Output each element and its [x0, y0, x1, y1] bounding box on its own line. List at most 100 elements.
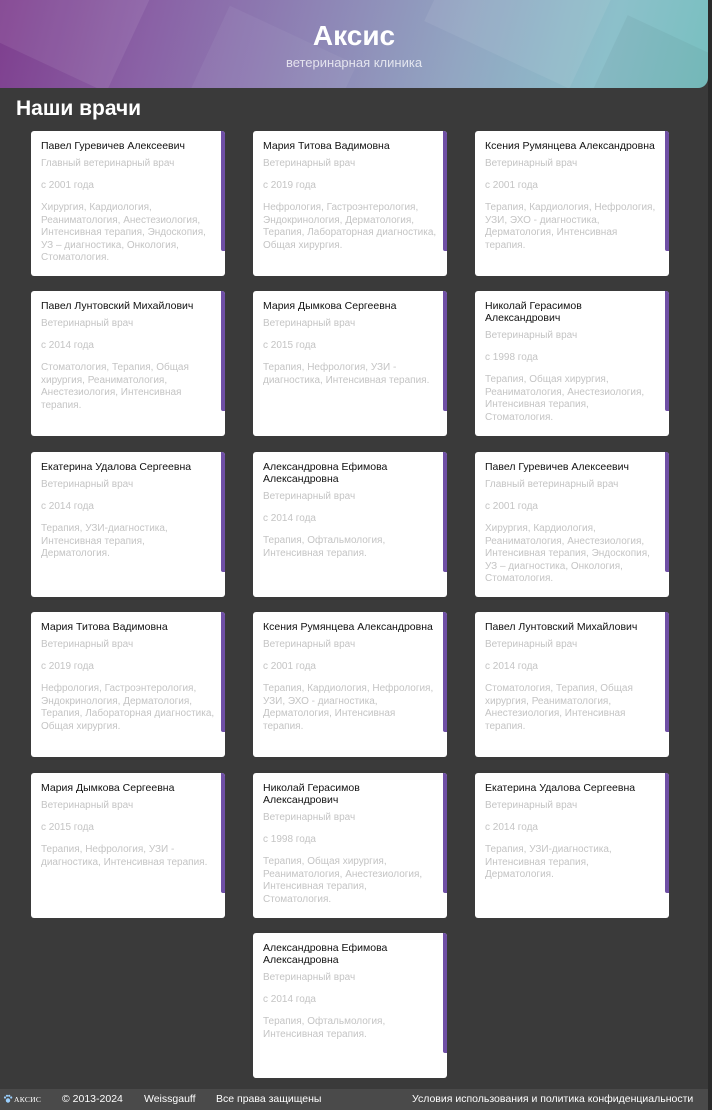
card-accent-bar: [665, 291, 669, 411]
doctor-role: Ветеринарный врач: [41, 318, 134, 329]
doctor-name: Николай Герасимов Александрович: [263, 782, 360, 806]
card-accent-bar: [665, 773, 669, 893]
doctor-role: Ветеринарный врач: [485, 800, 578, 811]
card-accent-bar: [443, 452, 447, 572]
doctor-name: Мария Дымкова Сергеевна: [41, 782, 175, 794]
doctor-name: Павел Гуревичев Алексеевич: [41, 140, 185, 152]
doctor-card[interactable]: Павел Лунтовский Михайлович Ветеринарный …: [31, 291, 225, 436]
doctor-specializations: Хирургия, Кардиология, Реаниматология, А…: [485, 523, 650, 584]
doctor-card[interactable]: Мария Дымкова Сергеевна Ветеринарный врач…: [253, 291, 447, 436]
doctor-role: Ветеринарный врач: [263, 639, 356, 650]
doctor-specializations: Терапия, УЗИ-диагностика, Интенсивная те…: [41, 523, 168, 559]
doctor-specializations: Терапия, Нефрология, УЗИ - диагностика, …: [263, 362, 430, 386]
doctor-specializations: Стоматология, Терапия, Общая хирургия, Р…: [41, 362, 189, 411]
doctor-experience: с 2014 года: [263, 994, 316, 1005]
doctor-card[interactable]: Павел Лунтовский Михайлович Ветеринарный …: [475, 612, 669, 757]
doctor-role: Ветеринарный врач: [485, 639, 578, 650]
doctor-card[interactable]: Ксения Румянцева Александровна Ветеринарн…: [475, 131, 669, 276]
doctor-specializations: Нефрология, Гастроэнтерология, Эндокрино…: [41, 683, 215, 732]
doctor-role: Ветеринарный врач: [263, 972, 356, 983]
doctor-name: Павел Гуревичев Алексеевич: [485, 461, 629, 473]
doctor-specializations: Стоматология, Терапия, Общая хирургия, Р…: [485, 683, 633, 732]
doctor-role: Ветеринарный врач: [263, 318, 356, 329]
doctor-experience: с 2019 года: [41, 661, 94, 672]
doctor-specializations: Терапия, Офтальмология, Интенсивная тера…: [263, 1016, 386, 1040]
doctor-role: Ветеринарный врач: [41, 800, 134, 811]
doctor-name: Павел Лунтовский Михайлович: [41, 300, 194, 312]
doctor-name: Ксения Румянцева Александровна: [485, 140, 655, 152]
card-accent-bar: [221, 291, 225, 411]
doctor-experience: с 2014 года: [263, 513, 316, 524]
doctor-card[interactable]: Екатерина Удалова Сергеевна Ветеринарный …: [475, 773, 669, 918]
card-accent-bar: [665, 131, 669, 251]
doctor-name: Екатерина Удалова Сергеевна: [41, 461, 192, 473]
doctor-role: Ветеринарный врач: [485, 158, 578, 169]
doctor-card[interactable]: Мария Титова Вадимовна Ветеринарный врач с…: [31, 612, 225, 757]
doctor-role: Ветеринарный врач: [485, 330, 578, 341]
card-accent-bar: [443, 291, 447, 411]
doctor-card[interactable]: Александровна Ефимова Александровна Ветер…: [253, 452, 447, 597]
doctor-experience: с 2001 года: [263, 661, 316, 672]
footer-rights: Все права защищены: [216, 1093, 322, 1105]
paw-logo-icon: [3, 1094, 13, 1103]
doctor-role: Ветеринарный врач: [41, 639, 134, 650]
doctor-experience: с 2014 года: [485, 822, 538, 833]
doctor-role: Ветеринарный врач: [41, 479, 134, 490]
doctor-experience: с 2001 года: [485, 180, 538, 191]
footer-copyright: © 2013-2024: [62, 1093, 123, 1105]
doctor-role: Ветеринарный врач: [263, 491, 356, 502]
doctor-experience: с 1998 года: [263, 834, 316, 845]
doctor-experience: с 1998 года: [485, 352, 538, 363]
section-title: Наши врачи: [16, 97, 142, 120]
doctor-experience: с 2001 года: [485, 501, 538, 512]
doctor-experience: с 2014 года: [485, 661, 538, 672]
doctor-specializations: Терапия, Нефрология, УЗИ - диагностика, …: [41, 844, 208, 868]
doctor-specializations: Терапия, Общая хирургия, Реаниматология,…: [263, 856, 423, 905]
doctor-card[interactable]: Мария Дымкова Сергеевна Ветеринарный врач…: [31, 773, 225, 918]
card-accent-bar: [221, 773, 225, 893]
site-footer: АКСИС © 2013-2024 Weissgauff Все права з…: [0, 1089, 708, 1110]
doctor-name: Александровна Ефимова Александровна: [263, 942, 388, 966]
doctor-card[interactable]: Павел Гуревичев Алексеевич Главный ветери…: [31, 131, 225, 276]
card-accent-bar: [443, 612, 447, 732]
doctor-card[interactable]: Екатерина Удалова Сергеевна Ветеринарный …: [31, 452, 225, 597]
doctor-experience: с 2014 года: [41, 501, 94, 512]
clinic-subtitle: ветеринарная клиника: [285, 55, 423, 70]
card-accent-bar: [665, 612, 669, 732]
doctor-name: Екатерина Удалова Сергеевна: [485, 782, 636, 794]
doctor-name: Ксения Румянцева Александровна: [263, 621, 433, 633]
doctor-card[interactable]: Ксения Румянцева Александровна Ветеринарн…: [253, 612, 447, 757]
doctor-experience: с 2014 года: [41, 340, 94, 351]
card-accent-bar: [665, 452, 669, 572]
doctor-specializations: Терапия, Общая хирургия, Реаниматология,…: [485, 374, 645, 423]
footer-developer-link[interactable]: Weissgauff: [144, 1089, 196, 1110]
site-header: Аксис ветеринарная клиника: [0, 0, 708, 88]
doctor-experience: с 2019 года: [263, 180, 316, 191]
doctor-card[interactable]: Александровна Ефимова Александровна Ветер…: [253, 933, 447, 1078]
doctor-specializations: Терапия, Офтальмология, Интенсивная тера…: [263, 535, 386, 559]
card-accent-bar: [443, 773, 447, 893]
doctor-role: Ветеринарный врач: [263, 812, 356, 823]
card-accent-bar: [221, 612, 225, 732]
card-accent-bar: [221, 131, 225, 251]
footer-terms-link[interactable]: Условия использования и политика конфиде…: [412, 1089, 693, 1110]
doctor-card[interactable]: Мария Титова Вадимовна Ветеринарный врач с…: [253, 131, 447, 276]
footer-logo-text[interactable]: АКСИС: [14, 1089, 41, 1110]
doctor-name: Мария Дымкова Сергеевна: [263, 300, 397, 312]
doctor-card[interactable]: Николай Герасимов Александрович Ветеринар…: [475, 291, 669, 436]
card-accent-bar: [443, 131, 447, 251]
doctor-name: Николай Герасимов Александрович: [485, 300, 582, 324]
doctor-specializations: Хирургия, Кардиология, Реаниматология, А…: [41, 202, 206, 263]
doctor-card[interactable]: Павел Гуревичев Алексеевич Главный ветери…: [475, 452, 669, 597]
doctor-name: Мария Титова Вадимовна: [263, 140, 390, 152]
clinic-title[interactable]: Аксис: [0, 20, 708, 52]
doctor-name: Павел Лунтовский Михайлович: [485, 621, 638, 633]
doctor-card[interactable]: Николай Герасимов Александрович Ветеринар…: [253, 773, 447, 918]
doctor-name: Александровна Ефимова Александровна: [263, 461, 388, 485]
doctor-specializations: Терапия, Кардиология, Нефрология, УЗИ, Э…: [263, 683, 434, 732]
doctor-role: Главный ветеринарный врач: [41, 158, 175, 169]
doctor-role: Главный ветеринарный врач: [485, 479, 619, 490]
page-scrollbar[interactable]: [708, 0, 712, 1110]
doctor-specializations: Терапия, УЗИ-диагностика, Интенсивная те…: [485, 844, 612, 880]
doctor-experience: с 2015 года: [263, 340, 316, 351]
